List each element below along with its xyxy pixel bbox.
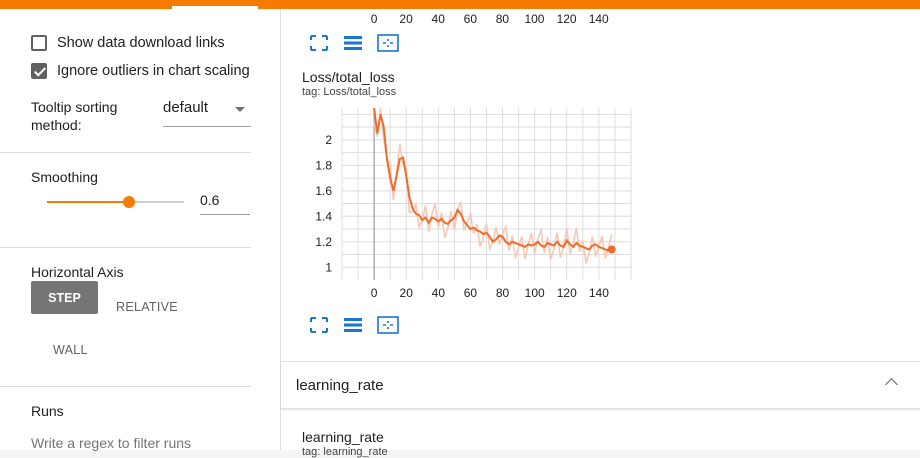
y-tick-label: 1 [325,260,332,274]
smoothing-label: Smoothing [31,169,98,185]
runs-label: Runs [31,403,64,419]
top-chart-x-tick: 0 [370,12,378,26]
runs-filter-input[interactable]: Write a regex to filter runs [31,435,191,451]
ignore-outliers-checkbox[interactable]: Ignore outliers in chart scaling [31,61,253,81]
top-chart-toolbar [309,34,399,52]
fit-domain-icon[interactable] [377,316,399,334]
top-chart-x-tick: 20 [399,12,413,26]
learning-rate-section-title: learning_rate [296,377,384,394]
checkbox-unchecked-icon[interactable] [31,35,47,51]
x-tick-label: 140 [589,286,609,300]
top-chart-x-tick: 80 [495,12,510,26]
y-tick-label: 1.8 [315,158,332,172]
y-tick-label: 1.4 [315,209,332,223]
axis-wall-button[interactable]: WALL [53,343,88,357]
top-toolbar [0,0,920,9]
divider [0,386,251,387]
fit-domain-icon[interactable] [377,34,399,52]
smoothing-slider[interactable] [47,196,184,208]
show-download-links-label: Show data download links [57,35,225,51]
smoothing-value: 0.6 [200,192,220,208]
top-chart-x-tick: 60 [463,12,477,26]
top-chart-x-tick: 140 [588,12,609,26]
fullscreen-icon[interactable] [309,34,329,52]
top-chart-x-tick: 100 [524,12,545,26]
axis-relative-button[interactable]: RELATIVE [116,300,178,314]
dropdown-arrow-icon [235,107,245,112]
learning-rate-section-header[interactable]: learning_rate [281,361,920,409]
learning-rate-card-title: learning_rate [302,429,384,445]
divider [0,152,251,153]
chevron-up-icon[interactable] [885,378,898,391]
y-tick-label: 2 [325,133,332,147]
axis-step-button[interactable]: STEP [31,281,98,314]
x-tick-label: 60 [464,286,478,300]
checkbox-checked-icon[interactable] [31,63,47,79]
smoothing-value-input[interactable]: 0.6 [200,190,250,215]
fullscreen-icon[interactable] [309,316,329,334]
y-tick-label: 1.2 [315,235,332,249]
learning-rate-card-tag: tag: learning_rate [302,446,388,458]
smoothing-slider-fill [47,201,130,203]
x-tick-label: 120 [557,286,577,300]
data-table-icon[interactable] [343,316,363,334]
x-tick-label: 20 [400,286,414,300]
tooltip-sorting-label-line2: method: [31,117,82,133]
loss-chart[interactable]: 11.21.41.61.820 20 40 60 80 100 120 140 [296,100,636,312]
show-download-links-checkbox[interactable]: Show data download links [31,33,253,53]
y-tick-label: 1.6 [315,184,332,198]
tooltip-sorting-select[interactable]: default [163,96,251,127]
top-chart-x-tick: 120 [556,12,577,26]
x-tick-label: 100 [525,286,545,300]
tooltip-sorting-value: default [163,99,209,116]
tooltip-sorting-label-line1: Tooltip sorting [31,99,118,115]
ignore-outliers-label: Ignore outliers in chart scaling [57,63,250,79]
top-chart-x-tick: 40 [431,12,445,26]
series-end-point [607,245,616,254]
x-tick-label: 80 [496,286,510,300]
loss-chart-toolbar [309,316,399,334]
x-tick-label: 40 [432,286,446,300]
divider [0,247,251,248]
data-table-icon[interactable] [343,34,363,52]
loss-card-title: Loss/total_loss [302,69,395,85]
x-tick-label: 0 [371,286,378,300]
horizontal-axis-label: Horizontal Axis [31,264,124,280]
loss-card-tag: tag: Loss/total_loss [302,86,397,98]
